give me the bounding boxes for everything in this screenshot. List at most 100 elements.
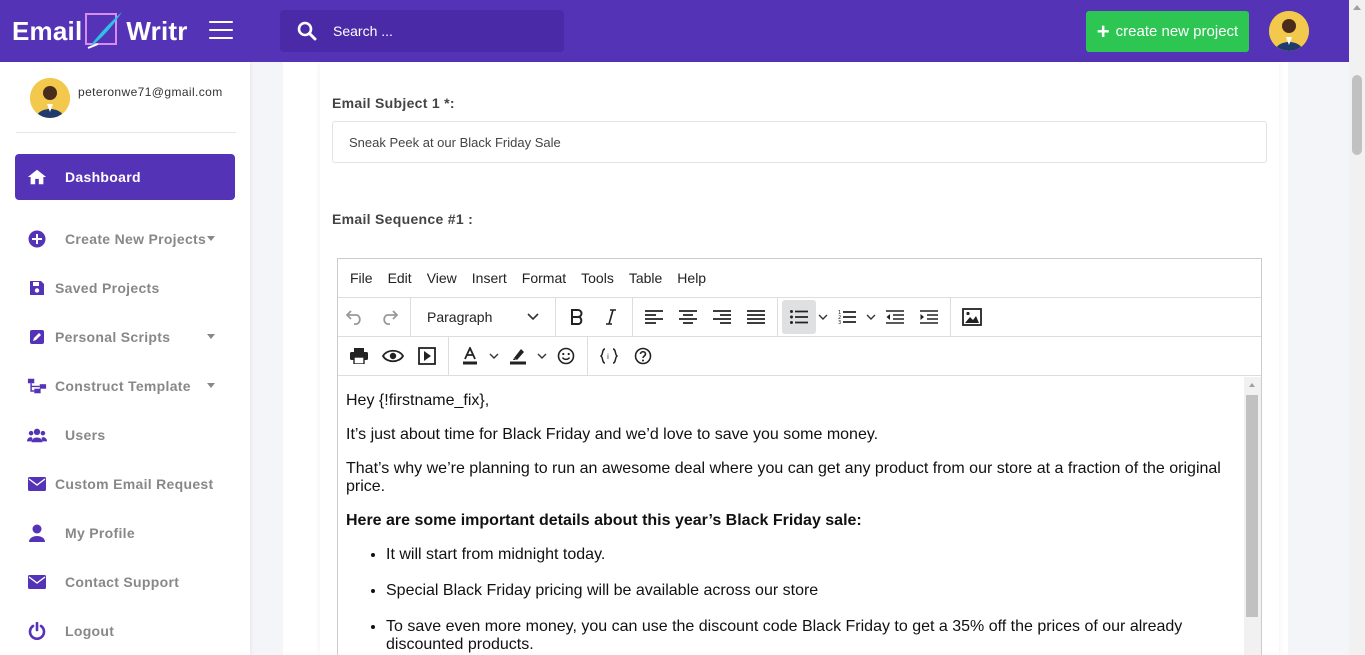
- menu-format[interactable]: Format: [522, 270, 566, 286]
- redo-icon[interactable]: [372, 300, 406, 334]
- chevron-down-icon[interactable]: [535, 339, 549, 373]
- top-navbar: Email Writr + create new project: [0, 0, 1349, 62]
- chevron-down-icon: [207, 334, 215, 339]
- user-icon: [27, 523, 47, 543]
- menu-view[interactable]: View: [427, 270, 457, 286]
- media-icon[interactable]: [410, 339, 444, 373]
- chevron-down-icon[interactable]: [864, 300, 878, 334]
- sidebar-item-custom-email-request[interactable]: Custom Email Request: [15, 461, 235, 507]
- sidebar-item-label: Create New Projects: [65, 231, 207, 247]
- app-logo[interactable]: Email Writr: [12, 8, 188, 54]
- email-subject-field[interactable]: Sneak Peek at our Black Friday Sale: [332, 121, 1267, 163]
- list-item: To save even more money, you can use the…: [386, 618, 1237, 654]
- home-icon: [27, 167, 47, 187]
- numbered-list-icon[interactable]: 123: [830, 300, 864, 334]
- chevron-down-icon: [527, 313, 539, 321]
- sidebar-item-label: Saved Projects: [55, 280, 160, 296]
- sidebar-item-label: Dashboard: [65, 169, 141, 185]
- sidebar-item-my-profile[interactable]: My Profile: [15, 510, 235, 556]
- create-new-project-label: create new project: [1115, 23, 1239, 40]
- sidebar: peteronwe71@gmail.com Dashboard Create N…: [0, 62, 250, 655]
- logo-text-left: Email: [12, 15, 83, 46]
- toolbar-divider: [555, 297, 556, 337]
- menu-help[interactable]: Help: [677, 270, 706, 286]
- main-content: Email Subject 1 *: Sneak Peek at our Bla…: [283, 62, 1288, 655]
- email-paragraph: It’s just about time for Black Friday an…: [346, 426, 879, 443]
- align-justify-icon[interactable]: [739, 300, 773, 334]
- toolbar-divider: [587, 336, 588, 376]
- create-new-project-button[interactable]: + create new project: [1086, 11, 1249, 52]
- menu-tools[interactable]: Tools: [581, 270, 614, 286]
- menu-edit[interactable]: Edit: [388, 270, 412, 286]
- sidebar-item-construct-template[interactable]: Construct Template: [15, 363, 235, 409]
- align-center-icon[interactable]: [671, 300, 705, 334]
- bullet-list-icon[interactable]: [782, 300, 816, 334]
- preview-icon[interactable]: [376, 339, 410, 373]
- editor-toolbar-row-2: i: [338, 336, 1261, 376]
- avatar[interactable]: [1269, 11, 1309, 51]
- toolbar-divider: [632, 297, 633, 337]
- chevron-down-icon[interactable]: [487, 339, 501, 373]
- menu-insert[interactable]: Insert: [472, 270, 507, 286]
- italic-icon[interactable]: [594, 300, 628, 334]
- chevron-down-icon: [207, 383, 215, 388]
- block-format-value: Paragraph: [427, 309, 493, 325]
- sidebar-item-label: My Profile: [65, 525, 135, 541]
- scrollbar-thumb[interactable]: [1246, 395, 1258, 617]
- chevron-down-icon[interactable]: [816, 300, 830, 334]
- sidebar-item-logout[interactable]: Logout: [15, 608, 235, 654]
- image-icon[interactable]: [955, 300, 989, 334]
- sidebar-item-contact-support[interactable]: Contact Support: [15, 559, 235, 605]
- scroll-up-icon[interactable]: [1353, 5, 1361, 10]
- merge-tags-icon[interactable]: i: [592, 339, 626, 373]
- sidebar-item-personal-scripts[interactable]: Personal Scripts: [15, 314, 235, 360]
- email-bullet-list: It will start from midnight today. Speci…: [346, 546, 1237, 654]
- search-icon[interactable]: [297, 21, 317, 41]
- print-icon[interactable]: [342, 339, 376, 373]
- menu-toggle-icon[interactable]: [209, 21, 233, 41]
- text-color-icon[interactable]: [453, 339, 487, 373]
- users-icon: [27, 425, 47, 445]
- editor-scrollbar[interactable]: [1244, 377, 1261, 655]
- quill-logo-icon: [84, 10, 124, 52]
- highlight-color-icon[interactable]: [501, 339, 535, 373]
- emoji-icon[interactable]: [549, 339, 583, 373]
- list-item: It will start from midnight today.: [386, 546, 1237, 564]
- toolbar-divider: [950, 297, 951, 337]
- plus-icon: +: [1096, 18, 1110, 44]
- sidebar-item-dashboard[interactable]: Dashboard: [15, 154, 235, 200]
- email-sequence-label: Email Sequence #1 :: [332, 211, 474, 227]
- sidebar-item-saved-projects[interactable]: Saved Projects: [15, 265, 235, 311]
- svg-text:i: i: [607, 353, 609, 361]
- undo-icon[interactable]: [338, 300, 372, 334]
- sidebar-item-create-new-projects[interactable]: Create New Projects: [15, 216, 235, 262]
- search-input[interactable]: [333, 23, 533, 39]
- user-email: peteronwe71@gmail.com: [78, 85, 223, 99]
- editor-content[interactable]: Hey {!firstname_fix}, It’s just about ti…: [338, 377, 1245, 655]
- email-heading: Here are some important details about th…: [346, 512, 862, 529]
- sidebar-item-users[interactable]: Users: [15, 412, 235, 458]
- scrollbar-thumb[interactable]: [1352, 75, 1362, 155]
- block-format-select[interactable]: Paragraph: [415, 300, 551, 334]
- email-subject-label: Email Subject 1 *:: [332, 95, 455, 111]
- email-greeting: Hey {!firstname_fix},: [346, 392, 490, 409]
- chevron-down-icon: [207, 236, 215, 241]
- align-right-icon[interactable]: [705, 300, 739, 334]
- page-scrollbar[interactable]: [1349, 0, 1365, 655]
- rich-text-editor: File Edit View Insert Format Tools Table…: [337, 258, 1262, 655]
- menu-table[interactable]: Table: [629, 270, 662, 286]
- scroll-up-icon[interactable]: [1249, 383, 1255, 387]
- search-bar: [280, 10, 564, 52]
- divider: [16, 132, 236, 133]
- bold-icon[interactable]: [560, 300, 594, 334]
- outdent-icon[interactable]: [878, 300, 912, 334]
- sitemap-icon: [27, 376, 47, 396]
- sidebar-item-label: Contact Support: [65, 574, 180, 590]
- indent-icon[interactable]: [912, 300, 946, 334]
- editor-toolbar-row-1: Paragraph 123: [338, 297, 1261, 337]
- menu-file[interactable]: File: [350, 270, 373, 286]
- email-paragraph: That’s why we’re planning to run an awes…: [346, 460, 1221, 495]
- help-icon[interactable]: [626, 339, 660, 373]
- align-left-icon[interactable]: [637, 300, 671, 334]
- avatar[interactable]: [30, 78, 70, 118]
